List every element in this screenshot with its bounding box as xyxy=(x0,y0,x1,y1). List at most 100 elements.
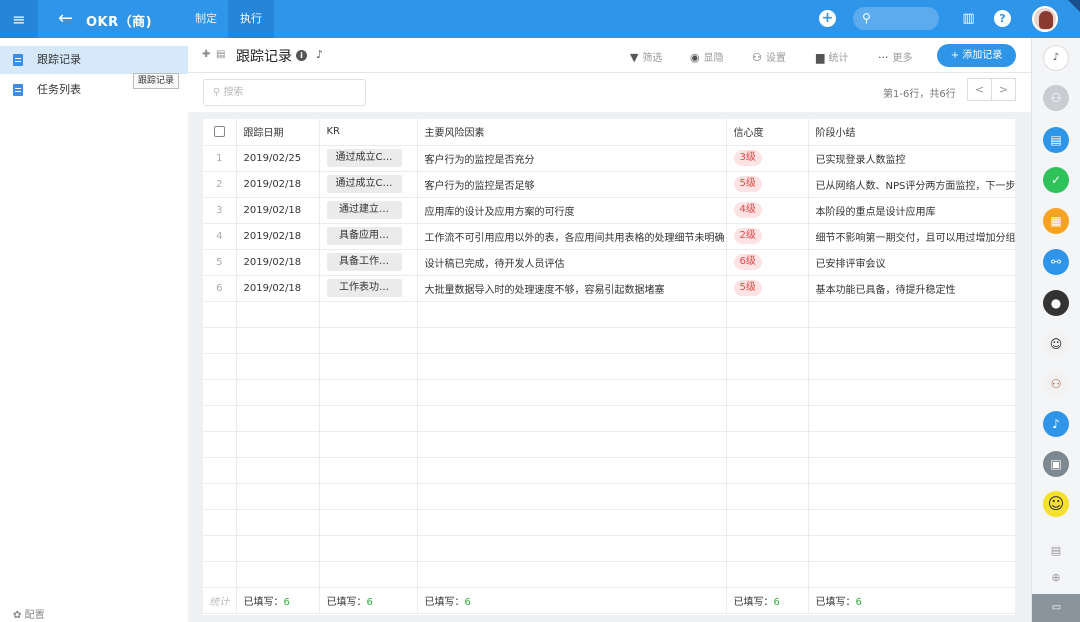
user-avatar[interactable] xyxy=(1032,6,1058,32)
visibility-button[interactable]: ◉ 显隐 xyxy=(690,49,724,64)
column-header[interactable]: 跟踪日期 xyxy=(236,119,320,146)
confidence-cell[interactable]: 5级 xyxy=(726,171,809,198)
table-row[interactable]: 5 2019/02/18 具备工作… 设计稿已完成，待开发人员评估 6级 已安排评审会议 xyxy=(203,249,1015,276)
right-toolbar: ♪ ⚇ ▤ ✓ ▦ ⚯ ● ☺ ⚇ ♪ ▣ ☺ ▤ ⊕ ▭ xyxy=(1031,38,1080,622)
tab-plan[interactable]: 制定 xyxy=(183,0,229,38)
check-icon[interactable]: ✓ xyxy=(1043,167,1069,193)
empty-row xyxy=(203,405,1015,432)
table-icon[interactable]: ▦ xyxy=(1043,208,1069,234)
kr-tag[interactable]: 通过成立C… xyxy=(326,149,402,167)
column-header[interactable]: 主要风险因素 xyxy=(417,119,727,146)
settings-button[interactable]: ⚇ 设置 xyxy=(752,49,786,64)
date-cell[interactable]: 2019/02/18 xyxy=(236,171,320,198)
kr-cell[interactable]: 具备工作… xyxy=(319,249,418,276)
risk-cell[interactable]: 大批量数据导入时的处理速度不够，容易引起数据堵塞 xyxy=(417,275,727,302)
date-cell[interactable]: 2019/02/18 xyxy=(236,275,320,302)
stats-button[interactable]: ▆ 统计 xyxy=(816,49,848,64)
kr-cell[interactable]: 工作表功… xyxy=(319,275,418,302)
kr-tag[interactable]: 具备应用… xyxy=(326,227,402,245)
add-record-button[interactable]: + 添加记录 xyxy=(937,44,1016,67)
kr-tag[interactable]: 工作表功… xyxy=(326,279,402,297)
filter-button[interactable]: ▼ 筛选 xyxy=(630,49,662,64)
table-row[interactable]: 1 2019/02/25 通过成立C… 客户行为的监控是否充分 3级 已实现登录人数监控 xyxy=(203,145,1015,172)
stat-cell[interactable]: 已填写：6 xyxy=(417,587,727,614)
select-all-checkbox[interactable] xyxy=(203,119,237,146)
confidence-cell[interactable]: 4级 xyxy=(726,197,809,224)
collapse-panel-icon[interactable]: ▭ xyxy=(1032,594,1080,622)
row-number: 6 xyxy=(203,275,237,302)
hamburger-menu-icon[interactable]: ≡ xyxy=(0,0,38,38)
summary-cell[interactable]: 本阶段的重点是设计应用库 xyxy=(808,197,1015,224)
summary-cell[interactable]: 基本功能已具备，待提升稳定性 xyxy=(808,275,1015,302)
arrow-left-icon[interactable]: ← xyxy=(58,9,73,29)
summary-cell[interactable]: 已实现登录人数监控 xyxy=(808,145,1015,172)
confidence-cell[interactable]: 5级 xyxy=(726,275,809,302)
stat-cell[interactable]: 已填写：6 xyxy=(808,587,1015,614)
column-header[interactable]: KR xyxy=(319,119,418,146)
confidence-cell[interactable]: 3级 xyxy=(726,145,809,172)
prev-page-button[interactable]: < xyxy=(967,78,992,101)
table-row[interactable]: 6 2019/02/18 工作表功… 大批量数据导入时的处理速度不够，容易引起数据堵塞… xyxy=(203,275,1015,302)
help-icon[interactable]: ? xyxy=(994,10,1011,27)
risk-cell[interactable]: 工作流不可引用应用以外的表，各应用间共用表格的处理细节未明确 xyxy=(417,223,727,250)
empty-row xyxy=(203,379,1015,406)
kr-cell[interactable]: 通过建立… xyxy=(319,197,418,224)
stat-cell[interactable]: 已填写：6 xyxy=(236,587,320,614)
date-cell[interactable]: 2019/02/25 xyxy=(236,145,320,172)
info-icon[interactable]: i xyxy=(296,50,307,61)
avatar-icon[interactable]: ● xyxy=(1043,290,1069,316)
bell-icon[interactable]: ♪ xyxy=(316,48,323,61)
global-search-input[interactable]: ⚲ xyxy=(853,7,939,30)
table-row[interactable]: 2 2019/02/18 通过成立C… 客户行为的监控是否足够 5级 已从网络人数、NPS… xyxy=(203,171,1015,198)
chat-icon[interactable]: ▤ xyxy=(1043,127,1069,153)
pin-icon[interactable]: ✚ xyxy=(202,49,210,60)
column-header[interactable]: 信心度 xyxy=(726,119,809,146)
org-chart-icon[interactable]: ⚯ xyxy=(1043,249,1069,275)
kr-tag[interactable]: 具备工作… xyxy=(326,253,402,271)
risk-cell[interactable]: 应用库的设计及应用方案的可行度 xyxy=(417,197,727,224)
group-avatar-icon[interactable]: ⚇ xyxy=(1043,85,1069,111)
bell-icon[interactable]: ♪ xyxy=(1043,45,1069,71)
kr-cell[interactable]: 通过成立C… xyxy=(319,171,418,198)
notification-icon[interactable]: ♪ xyxy=(1043,411,1069,437)
filled-count: 6 xyxy=(366,596,373,608)
date-cell[interactable]: 2019/02/18 xyxy=(236,223,320,250)
risk-cell[interactable]: 设计稿已完成，待开发人员评估 xyxy=(417,249,727,276)
config-link[interactable]: ✿ 配置 xyxy=(13,606,45,621)
search-input[interactable]: ⚲ 搜索 xyxy=(203,79,366,106)
table-row[interactable]: 3 2019/02/18 通过建立… 应用库的设计及应用方案的可行度 4级 本阶段的重点是… xyxy=(203,197,1015,224)
tab-execute[interactable]: 执行 xyxy=(228,0,274,38)
confidence-cell[interactable]: 2级 xyxy=(726,223,809,250)
avatar-icon[interactable]: ☺ xyxy=(1043,331,1069,357)
kr-cell[interactable]: 具备应用… xyxy=(319,223,418,250)
group-avatar-icon[interactable]: ⚇ xyxy=(1043,371,1069,397)
address-book-icon[interactable]: ▤ xyxy=(1043,538,1069,564)
book-icon[interactable]: ▤ xyxy=(216,49,225,60)
kr-tag[interactable]: 通过建立… xyxy=(326,201,402,219)
tooltip: 跟踪记录 xyxy=(133,73,180,89)
row-number: 5 xyxy=(203,249,237,276)
summary-cell[interactable]: 已安排评审会议 xyxy=(808,249,1015,276)
risk-cell[interactable]: 客户行为的监控是否充分 xyxy=(417,145,727,172)
date-cell[interactable]: 2019/02/18 xyxy=(236,197,320,224)
add-icon[interactable]: ⊕ xyxy=(1043,565,1069,591)
risk-cell[interactable]: 客户行为的监控是否足够 xyxy=(417,171,727,198)
add-circle-icon[interactable]: + xyxy=(819,10,836,27)
date-cell[interactable]: 2019/02/18 xyxy=(236,249,320,276)
sidebar-item-tracking[interactable]: 跟踪记录 xyxy=(0,46,188,74)
smiley-icon[interactable]: ☺ xyxy=(1043,491,1069,517)
stat-cell[interactable]: 已填写：6 xyxy=(319,587,418,614)
summary-cell[interactable]: 细节不影响第一期交付，且可以用过增加分组来 xyxy=(808,223,1015,250)
confidence-cell[interactable]: 6级 xyxy=(726,249,809,276)
kr-cell[interactable]: 通过成立C… xyxy=(319,145,418,172)
briefcase-icon[interactable]: ▣ xyxy=(1043,451,1069,477)
confidence-badge: 5级 xyxy=(733,280,762,296)
stat-cell[interactable]: 已填写：6 xyxy=(726,587,809,614)
kr-tag[interactable]: 通过成立C… xyxy=(326,175,402,193)
table-row[interactable]: 4 2019/02/18 具备应用… 工作流不可引用应用以外的表，各应用间共用表格的处… xyxy=(203,223,1015,250)
column-header[interactable]: 阶段小结 xyxy=(808,119,1015,146)
more-button[interactable]: ··· 更多 xyxy=(878,49,913,64)
book-icon[interactable]: ▥ xyxy=(960,10,977,27)
summary-cell[interactable]: 已从网络人数、NPS评分两方面监控，下一步要 xyxy=(808,171,1015,198)
next-page-button[interactable]: > xyxy=(991,78,1016,101)
